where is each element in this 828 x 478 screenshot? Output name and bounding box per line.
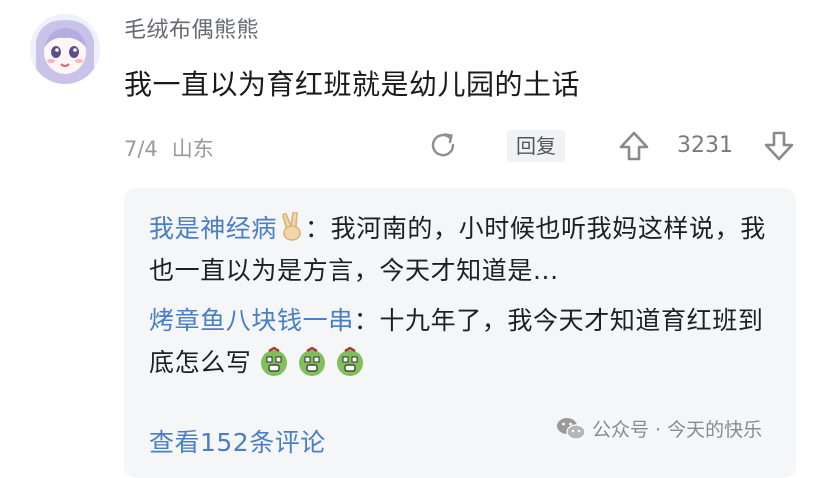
comment-date-location: 7/4 山东 [124,133,214,163]
comment-username[interactable]: 毛绒布偶熊熊 [124,12,259,44]
stunned-face-emoji-icon [335,346,365,377]
stunned-face-emoji-icon [297,346,327,377]
comment-location: 山东 [171,137,214,161]
reply-username[interactable]: 我是神经病 [149,214,277,243]
comment-meta-row: 7/4 山东 回复 3231 [0,127,828,167]
reply-separator: ： [305,214,331,243]
victory-hand-icon [279,211,305,242]
reply-username[interactable]: 烤章鱼八块钱一串 [149,306,354,335]
stunned-face-emoji-icon [259,346,289,377]
wechat-icon [556,416,586,442]
watermark-text: 公众号 · 今天的快乐 [592,419,763,441]
reply-item[interactable]: 烤章鱼八块钱一串：十九年了，我今天才知道育红班到底怎么写 [149,300,769,384]
watermark: 公众号 · 今天的快乐 [556,415,762,445]
reply-separator: ： [353,306,380,335]
reply-item[interactable]: 我是神经病 ：我河南的，小时候也听我妈这样说，我也一直以为是方言，今天才知道是.… [149,208,769,292]
avatar[interactable] [30,14,100,84]
thumb-down-icon[interactable] [762,129,796,163]
vote-count: 3231 [677,133,733,158]
comment-text: 我一直以为育红班就是幼儿园的土话 [124,68,581,101]
view-more-comments-link[interactable]: 查看152条评论 [149,423,326,459]
comment-date: 7/4 [124,137,158,161]
share-icon[interactable] [427,129,459,161]
reply-button[interactable]: 回复 [507,130,565,162]
thumb-up-icon[interactable] [617,129,651,163]
